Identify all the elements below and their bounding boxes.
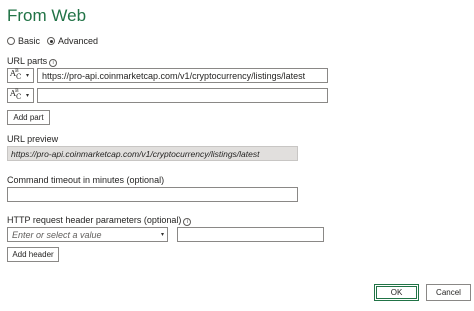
url-part-type-dropdown[interactable]: ABC ▾ bbox=[7, 88, 34, 103]
advanced-radio[interactable] bbox=[47, 37, 56, 45]
headers-label: HTTP request header parameters (optional… bbox=[7, 215, 182, 225]
url-part-input[interactable]: https://pro-api.coinmarketcap.com/v1/cry… bbox=[37, 68, 328, 83]
chevron-down-icon: ▾ bbox=[160, 232, 164, 238]
chevron-down-icon: ▾ bbox=[26, 93, 30, 99]
add-part-button[interactable]: Add part bbox=[7, 110, 50, 125]
url-preview-label: URL preview bbox=[7, 134, 59, 144]
url-parts-label-row: URL parts i bbox=[7, 56, 58, 67]
text-type-icon: ABC bbox=[10, 68, 22, 81]
chevron-down-icon: ▾ bbox=[26, 73, 30, 79]
url-part-input[interactable] bbox=[37, 88, 328, 103]
basic-radio-label[interactable]: Basic bbox=[18, 36, 40, 46]
timeout-label: Command timeout in minutes (optional) bbox=[7, 175, 165, 185]
header-value-input[interactable] bbox=[177, 227, 324, 242]
url-preview-field: https://pro-api.coinmarketcap.com/v1/cry… bbox=[7, 146, 298, 161]
add-header-button[interactable]: Add header bbox=[7, 247, 59, 262]
info-icon[interactable]: i bbox=[183, 218, 192, 226]
info-icon[interactable]: i bbox=[49, 59, 58, 67]
mode-radio-group: Basic Advanced bbox=[7, 36, 105, 46]
dialog-title: From Web bbox=[7, 6, 87, 25]
header-name-placeholder: Enter or select a value bbox=[12, 229, 102, 240]
url-part-type-dropdown[interactable]: ABC ▾ bbox=[7, 68, 34, 83]
timeout-input[interactable] bbox=[7, 187, 298, 202]
text-type-icon: ABC bbox=[10, 88, 22, 101]
url-parts-label: URL parts bbox=[7, 56, 48, 66]
ok-button[interactable]: OK bbox=[374, 284, 419, 301]
cancel-button[interactable]: Cancel bbox=[426, 284, 471, 301]
header-name-combobox[interactable]: Enter or select a value ▾ bbox=[7, 227, 168, 242]
headers-label-row: HTTP request header parameters (optional… bbox=[7, 215, 192, 226]
basic-radio[interactable] bbox=[7, 37, 15, 45]
advanced-radio-label[interactable]: Advanced bbox=[58, 36, 98, 46]
